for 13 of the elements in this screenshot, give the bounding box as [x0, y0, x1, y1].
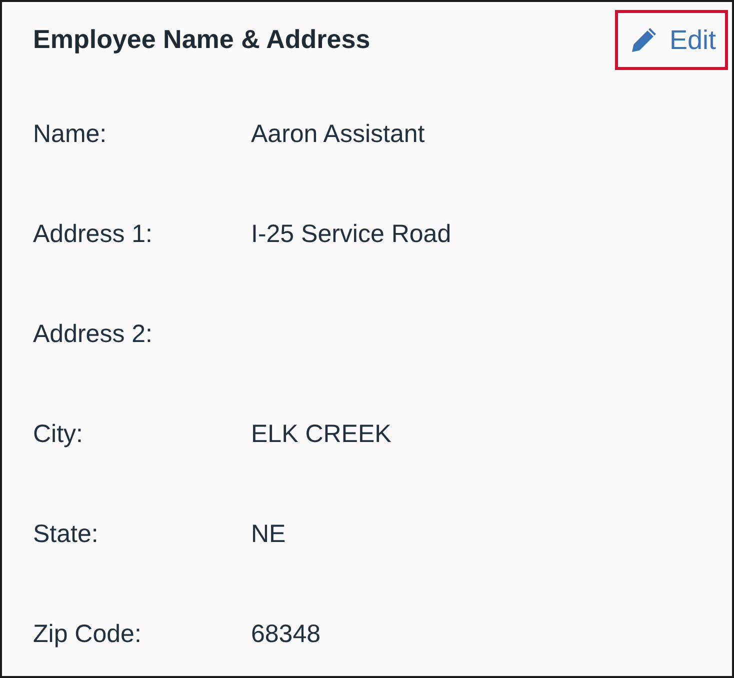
- field-value: Aaron Assistant: [251, 119, 426, 150]
- edit-button[interactable]: Edit: [615, 10, 728, 70]
- card-title: Employee Name & Address: [33, 24, 370, 55]
- field-value: I-25 Service Road: [251, 219, 452, 250]
- field-label: City:: [33, 419, 84, 450]
- field-label: Address 2:: [33, 319, 154, 350]
- field-value: ELK CREEK: [251, 419, 392, 450]
- field-label: Address 1:: [33, 219, 154, 250]
- field-label: Zip Code:: [33, 619, 142, 650]
- field-label: Name:: [33, 119, 108, 150]
- field-label: State:: [33, 519, 100, 550]
- field-value: 68348: [251, 619, 322, 650]
- field-value: NE: [251, 519, 287, 550]
